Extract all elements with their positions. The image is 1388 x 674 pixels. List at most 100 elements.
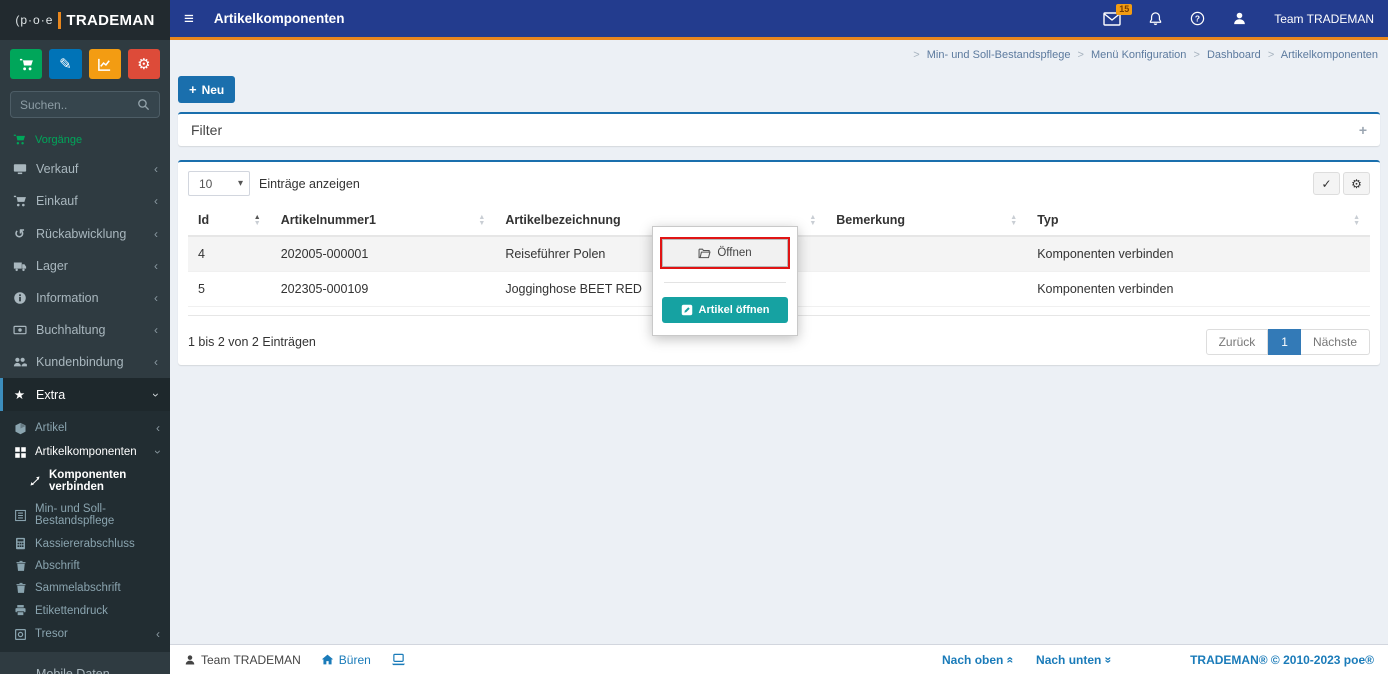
grid-icon [13, 446, 28, 459]
gears-quick-button[interactable]: ⚙ [127, 49, 160, 79]
question-icon: ? [1190, 11, 1205, 26]
breadcrumb: > Min- und Soll-Bestandspflege > Menü Ko… [170, 40, 1388, 61]
chevron-down-icon: › [151, 450, 165, 454]
printer-icon [13, 604, 28, 617]
open-article-button[interactable]: Artikel öffnen [662, 297, 788, 323]
breadcrumb-link[interactable]: Dashboard [1207, 49, 1261, 61]
column-visibility-button[interactable]: ✓ [1313, 172, 1340, 195]
page-length-select[interactable]: 10 ▾ [188, 171, 250, 196]
sidebar-item-label: Einkauf [36, 194, 78, 208]
check-icon: ✓ [1321, 176, 1332, 191]
sidebar-item-verkauf[interactable]: Verkauf ‹ [0, 153, 170, 185]
sidebar-item-sammelabschrift[interactable]: Sammelabschrift [0, 577, 170, 599]
sidebar-item-extra[interactable]: ★ Extra › [0, 378, 170, 411]
cell-artikelnummer1[interactable]: 202305-000109 [270, 271, 496, 307]
money-icon [12, 323, 27, 337]
filter-title: Filter [191, 122, 223, 138]
column-header-bemerkung[interactable]: Bemerkung ▲ ▼ [826, 205, 1028, 237]
column-label: Typ [1037, 213, 1059, 227]
monitor-icon [12, 162, 27, 176]
sidebar-item-einkauf[interactable]: Einkauf ‹ [0, 185, 170, 217]
breadcrumb-link[interactable]: Min- und Soll-Bestandspflege [927, 49, 1071, 61]
sidebar-item-kundenbindung[interactable]: Kundenbindung ‹ [0, 346, 170, 378]
cell-id[interactable]: 5 [188, 271, 271, 307]
search-input[interactable] [20, 97, 137, 112]
folder-open-icon [698, 248, 711, 259]
sidebar-item-rueckabwicklung[interactable]: ↺ Rückabwicklung ‹ [0, 217, 170, 250]
pencil-icon: ✎ [59, 56, 72, 73]
bell-icon [1148, 11, 1163, 26]
scroll-bottom-link[interactable]: Nach unten » [1036, 653, 1116, 667]
app-logo[interactable]: (p·o·e TRADEMAN [0, 0, 170, 40]
top-navbar: ≡ Artikelkomponenten 15 ? Team TRADEMAN [170, 0, 1388, 40]
sidebar-item-artikelkomponenten[interactable]: Artikelkomponenten › [0, 440, 170, 464]
page-length-label: Einträge anzeigen [259, 176, 360, 191]
page-title: Artikelkomponenten [213, 11, 345, 26]
sidebar-item-kassiererabschluss[interactable]: Kassiererabschluss [0, 532, 170, 555]
cell-bemerkung[interactable] [826, 236, 1028, 272]
chevron-down-icon: › [149, 392, 163, 397]
filter-expand-button[interactable]: + [1359, 122, 1367, 138]
cell-typ[interactable]: Komponenten verbinden [1027, 236, 1370, 272]
sidebar-item-label: Tresor [35, 628, 68, 640]
footer-terminal-button[interactable] [391, 653, 406, 666]
sidebar-item-label: Etikettendruck [35, 604, 108, 617]
breadcrumb-separator: > [913, 49, 920, 61]
plus-icon: + [189, 82, 197, 97]
svg-text:?: ? [1195, 14, 1200, 24]
sidebar-item-abschrift[interactable]: Abschrift [0, 555, 170, 577]
sidebar-item-label: Rückabwicklung [36, 226, 127, 241]
column-header-artikelnummer1[interactable]: Artikelnummer1 ▲ ▼ [270, 205, 496, 237]
chevron-left-icon: ‹ [154, 194, 158, 208]
pagination-next-button[interactable]: Nächste [1300, 329, 1370, 355]
breadcrumb-current[interactable]: Artikelkomponenten [1281, 49, 1378, 61]
new-button[interactable]: + Neu [178, 76, 236, 103]
notifications-button[interactable] [1148, 11, 1163, 26]
open-button[interactable]: Öffnen [662, 239, 788, 267]
topnav-user-label[interactable]: Team TRADEMAN [1274, 12, 1374, 26]
sidebar-item-etikettendruck[interactable]: Etikettendruck [0, 599, 170, 622]
chart-quick-button[interactable] [88, 49, 121, 79]
column-header-typ[interactable]: Typ ▲ ▼ [1027, 205, 1370, 237]
chevron-left-icon: ‹ [154, 162, 158, 176]
sidebar-item-artikel[interactable]: Artikel ‹ [0, 416, 170, 440]
cell-bemerkung[interactable] [826, 271, 1028, 307]
breadcrumb-link[interactable]: Menü Konfiguration [1091, 49, 1186, 61]
cart-quick-button[interactable] [10, 49, 43, 79]
sidebar-item-komponenten-verbinden[interactable]: Komponenten verbinden [0, 464, 170, 498]
chevrons-down-icon: » [1101, 656, 1116, 663]
list-icon [13, 509, 28, 522]
help-button[interactable]: ? [1190, 11, 1205, 26]
user-menu-button[interactable] [1232, 11, 1247, 26]
footer-user-label: Team TRADEMAN [201, 652, 301, 667]
messages-button[interactable]: 15 [1103, 3, 1133, 26]
gears-icon: ⚙ [137, 56, 151, 73]
cart-icon [19, 57, 34, 72]
table-settings-button[interactable]: ⚙ [1343, 172, 1370, 195]
scroll-top-link[interactable]: Nach oben « [942, 653, 1018, 667]
hamburger-icon[interactable]: ≡ [184, 9, 194, 29]
sidebar-item-buchhaltung[interactable]: Buchhaltung ‹ [0, 314, 170, 346]
sidebar-item-mobile-daten-erfassung[interactable]: Mobile Daten-Erfassung ‹ [0, 658, 170, 674]
pagination-page-1-button[interactable]: 1 [1268, 329, 1301, 355]
cell-typ[interactable]: Komponenten verbinden [1027, 271, 1370, 307]
cell-artikelnummer1[interactable]: 202005-000001 [270, 236, 496, 272]
column-label: Artikelnummer1 [280, 213, 376, 227]
sidebar-item-vorgaenge[interactable]: Vorgänge [0, 124, 170, 153]
sidebar-item-lager[interactable]: Lager ‹ [0, 250, 170, 282]
footer-location-link[interactable]: Büren [321, 653, 371, 667]
sort-icon: ▲ ▼ [809, 214, 817, 227]
search-icon[interactable] [137, 98, 150, 111]
footer-location-label: Büren [338, 652, 371, 667]
sidebar-item-min-soll-bestandspflege[interactable]: Min- und Soll-Bestandspflege [0, 498, 170, 532]
pencil-quick-button[interactable]: ✎ [49, 49, 82, 79]
pagination-prev-button[interactable]: Zurück [1205, 329, 1269, 355]
sidebar-item-information[interactable]: Information ‹ [0, 282, 170, 314]
laptop-icon [391, 653, 406, 666]
sidebar-item-tresor[interactable]: Tresor ‹ [0, 622, 170, 646]
chevron-left-icon: ‹ [154, 323, 158, 337]
column-label: Id [198, 213, 210, 227]
cell-id[interactable]: 4 [188, 236, 271, 272]
column-header-id[interactable]: Id ▲ ▼ [188, 205, 271, 237]
truck-icon [12, 259, 27, 273]
